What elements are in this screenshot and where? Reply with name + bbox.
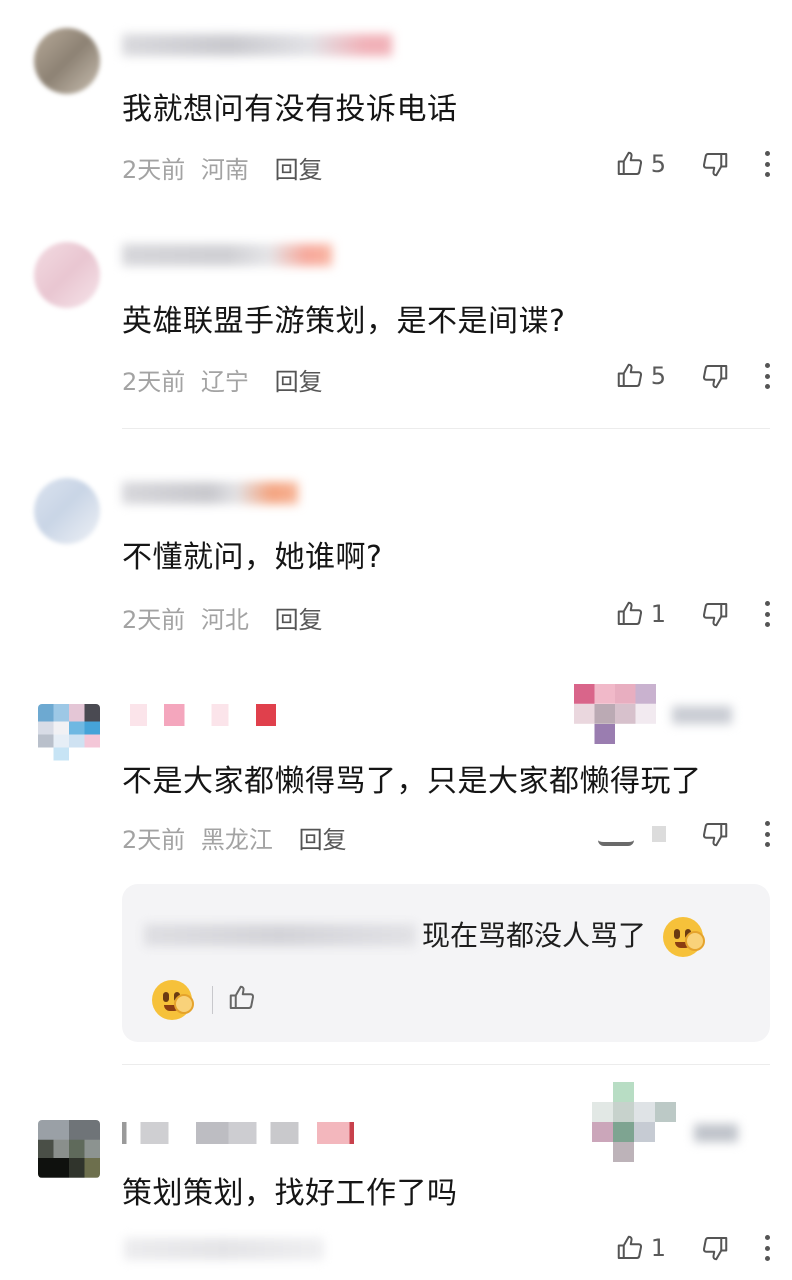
thumbs-down-icon bbox=[702, 153, 728, 177]
comment-actions: 5 bbox=[615, 356, 770, 396]
like-count bbox=[652, 826, 666, 842]
username-blurred[interactable] bbox=[130, 704, 300, 726]
like-icon-blurred bbox=[598, 822, 634, 846]
comment-time: 2天前 bbox=[122, 156, 186, 184]
comment-meta: 2天前 河南 回复 bbox=[122, 150, 323, 185]
comment-location: 辽宁 bbox=[200, 368, 249, 396]
thumbs-up-icon bbox=[617, 1235, 642, 1259]
thumbs-down-icon bbox=[702, 1237, 728, 1261]
username-blurred[interactable] bbox=[122, 1122, 354, 1144]
more-icon[interactable] bbox=[764, 151, 770, 177]
dislike-button[interactable] bbox=[700, 599, 730, 629]
reply-button[interactable]: 回复 bbox=[275, 156, 323, 184]
avatar[interactable] bbox=[34, 242, 100, 308]
more-icon[interactable] bbox=[764, 821, 770, 847]
thumbs-down-icon bbox=[702, 365, 728, 389]
user-badge-blurred bbox=[592, 1082, 676, 1162]
username-blurred[interactable] bbox=[122, 482, 298, 504]
thumbs-up-icon bbox=[617, 151, 642, 175]
more-icon[interactable] bbox=[764, 601, 770, 627]
like-button[interactable]: 5 bbox=[615, 361, 666, 391]
like-button[interactable]: 5 bbox=[615, 149, 666, 179]
user-level-blurred bbox=[672, 706, 732, 724]
comment-actions: 1 bbox=[615, 1228, 770, 1268]
comment-location: 河北 bbox=[200, 606, 249, 634]
nested-reply[interactable]: 现在骂都没人骂了 bbox=[122, 884, 770, 1042]
comment-meta-blurred bbox=[124, 1238, 324, 1260]
username-blurred[interactable] bbox=[122, 34, 392, 56]
comment-location: 黑龙江 bbox=[200, 826, 273, 854]
reply-like-button[interactable] bbox=[227, 983, 257, 1017]
comment-time: 2天前 bbox=[122, 826, 186, 854]
comment-actions: 5 bbox=[615, 144, 770, 184]
more-icon[interactable] bbox=[764, 1235, 770, 1261]
comment-meta: 2天前 黑龙江 回复 bbox=[122, 820, 347, 855]
thumbs-up-icon bbox=[617, 601, 642, 625]
like-count: 1 bbox=[650, 600, 666, 628]
thumbs-down-icon bbox=[702, 603, 728, 627]
comment-meta: 2天前 辽宁 回复 bbox=[122, 362, 323, 397]
like-count: 5 bbox=[650, 150, 666, 178]
avatar[interactable] bbox=[34, 478, 100, 544]
reply-button[interactable]: 回复 bbox=[299, 826, 347, 854]
dislike-button[interactable] bbox=[700, 149, 730, 179]
dislike-button[interactable] bbox=[700, 361, 730, 391]
like-button[interactable] bbox=[598, 822, 666, 846]
comment-meta: 2天前 河北 回复 bbox=[122, 600, 323, 635]
footer-separator bbox=[212, 986, 213, 1014]
user-level-blurred bbox=[694, 1124, 738, 1142]
comment-actions: 1 bbox=[615, 594, 770, 634]
thumbs-up-icon bbox=[229, 985, 255, 1009]
reply-button[interactable]: 回复 bbox=[275, 368, 323, 396]
like-count: 5 bbox=[650, 362, 666, 390]
comment-actions bbox=[598, 814, 770, 854]
thumbs-down-icon bbox=[702, 823, 728, 847]
like-button[interactable]: 1 bbox=[615, 1233, 666, 1263]
avatar[interactable] bbox=[38, 1120, 100, 1178]
reply-username-blurred[interactable] bbox=[144, 924, 416, 946]
comment-text: 英雄联盟手游策划，是不是间谍? bbox=[122, 304, 566, 339]
comment-text: 不懂就问，她谁啊? bbox=[122, 540, 383, 575]
more-icon[interactable] bbox=[764, 363, 770, 389]
comment-text: 我就想问有没有投诉电话 bbox=[122, 92, 458, 127]
nested-reply-content: 现在骂都没人骂了 bbox=[422, 919, 647, 952]
comment-text: 策划策划，找好工作了吗 bbox=[122, 1176, 458, 1211]
divider bbox=[122, 1064, 770, 1065]
dislike-button[interactable] bbox=[700, 1233, 730, 1263]
nested-reply-footer bbox=[152, 980, 257, 1020]
divider bbox=[122, 428, 770, 429]
like-count: 1 bbox=[650, 1234, 666, 1262]
smiley-emoji bbox=[662, 917, 705, 957]
nested-reply-text: 现在骂都没人骂了 bbox=[422, 914, 705, 957]
smiley-emoji bbox=[152, 980, 194, 1020]
avatar[interactable] bbox=[38, 704, 100, 774]
comment-time: 2天前 bbox=[122, 368, 186, 396]
comment-list: { "comments": [ {"text":"我就想问有没有投诉电话","t… bbox=[0, 0, 792, 1280]
username-blurred[interactable] bbox=[122, 244, 332, 266]
user-badge-blurred bbox=[574, 684, 656, 744]
reply-button[interactable]: 回复 bbox=[275, 606, 323, 634]
avatar[interactable] bbox=[34, 28, 100, 94]
dislike-button[interactable] bbox=[700, 819, 730, 849]
like-button[interactable]: 1 bbox=[615, 599, 666, 629]
comment-time: 2天前 bbox=[122, 606, 186, 634]
comment-location: 河南 bbox=[200, 156, 249, 184]
thumbs-up-icon bbox=[617, 363, 642, 387]
comment-text: 不是大家都懒得骂了，只是大家都懒得玩了 bbox=[122, 764, 702, 799]
